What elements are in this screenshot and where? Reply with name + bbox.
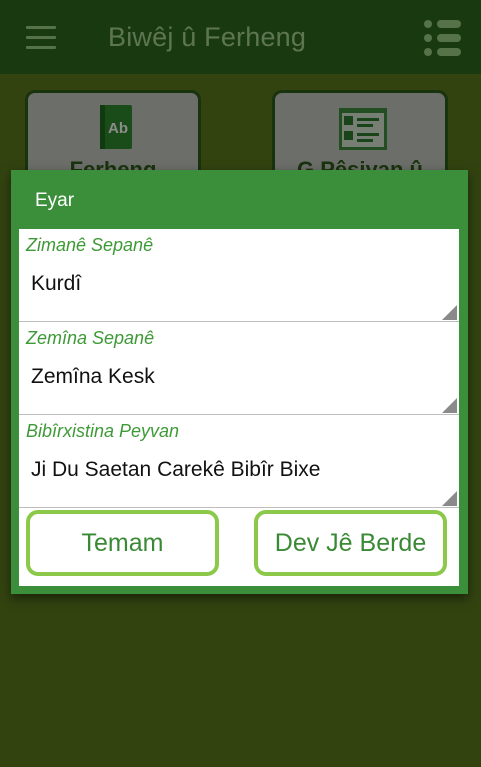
language-setting-value[interactable]: Kurdî (31, 272, 81, 296)
theme-setting[interactable]: Zemîna Sepanê Zemîna Kesk (19, 322, 459, 415)
theme-setting-value[interactable]: Zemîna Kesk (31, 365, 155, 389)
reminder-setting-value[interactable]: Ji Du Saetan Carekê Bibîr Bixe (31, 458, 320, 482)
ok-button[interactable]: Temam (26, 510, 219, 576)
dropdown-corner-icon (442, 398, 457, 413)
dialog-title: Eyar (35, 190, 75, 211)
theme-setting-label: Zemîna Sepanê (26, 328, 155, 348)
dropdown-corner-icon (442, 305, 457, 320)
language-setting-label: Zimanê Sepanê (26, 235, 154, 255)
cancel-button[interactable]: Dev Jê Berde (254, 510, 447, 576)
reminder-setting[interactable]: Bibîrxistina Peyvan Ji Du Saetan Carekê … (19, 415, 459, 508)
dialog-content: Zimanê Sepanê Kurdî Zemîna Sepanê Zemîna… (19, 229, 459, 586)
divider (19, 507, 459, 508)
dropdown-corner-icon (442, 491, 457, 506)
settings-dialog: Eyar Zimanê Sepanê Kurdî Zemîna Sepanê Z… (11, 170, 468, 594)
reminder-setting-label: Bibîrxistina Peyvan (26, 421, 180, 441)
language-setting[interactable]: Zimanê Sepanê Kurdî (19, 229, 459, 322)
